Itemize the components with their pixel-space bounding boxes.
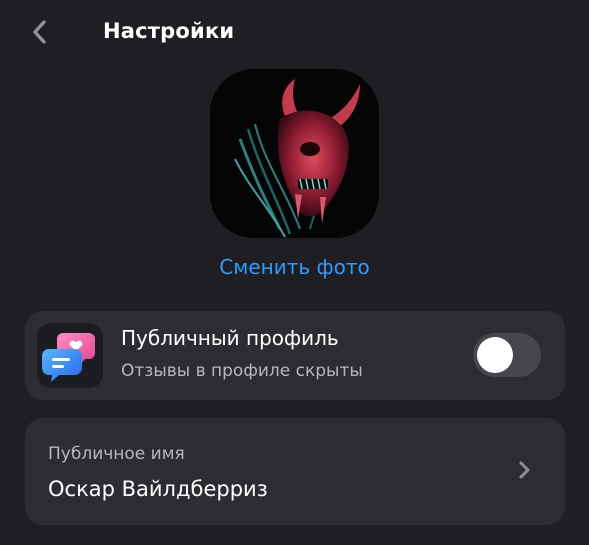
public-profile-card: Публичный профиль Отзывы в профиле скрыт… — [25, 311, 565, 400]
chat-bubbles-heart-icon — [37, 323, 103, 388]
page-title: Настройки — [103, 19, 235, 43]
public-name-value: Оскар Вайлдберриз — [48, 477, 268, 501]
chevron-left-icon — [33, 20, 46, 44]
back-button[interactable] — [22, 14, 58, 50]
change-photo-link[interactable]: Сменить фото — [0, 255, 589, 279]
public-profile-title: Публичный профиль — [121, 326, 339, 350]
public-profile-toggle[interactable] — [473, 333, 541, 377]
toggle-knob — [477, 337, 513, 373]
chevron-right-icon — [519, 461, 530, 479]
public-name-label: Публичное имя — [48, 444, 185, 464]
settings-screen: Настройки Сменить фото Публичный профиль… — [0, 0, 589, 545]
public-name-row[interactable]: Публичное имя Оскар Вайлдберриз — [25, 418, 565, 525]
profile-avatar[interactable] — [210, 69, 379, 238]
avatar-image — [210, 69, 379, 238]
top-bar: Настройки — [0, 0, 589, 64]
public-profile-subtitle: Отзывы в профиле скрыты — [121, 361, 363, 381]
